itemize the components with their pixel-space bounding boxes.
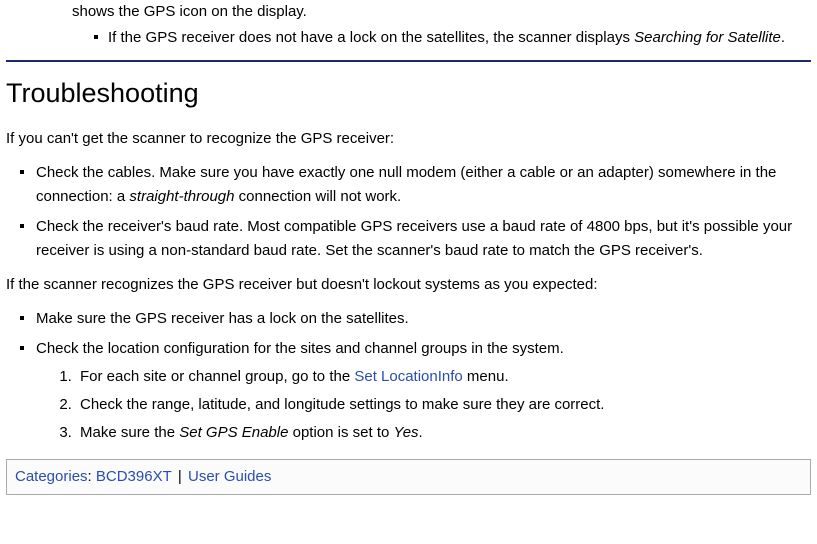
link-categories[interactable]: Categories — [15, 468, 88, 485]
step-suffix: menu. — [463, 368, 509, 385]
fragment-previous-section: shows the GPS icon on the display. If th… — [6, 0, 811, 62]
heading-troubleshooting: Troubleshooting — [6, 72, 811, 115]
intro-paragraph-1: If you can't get the scanner to recogniz… — [6, 127, 811, 151]
step-italic: Set GPS Enable — [179, 424, 288, 441]
fragment-text: shows the GPS icon on the display. — [72, 0, 811, 24]
step-item: For each site or channel group, go to th… — [76, 365, 807, 389]
item-suffix: connection will not work. — [234, 188, 401, 205]
fragment-sublist: If the GPS receiver does not have a lock… — [72, 26, 811, 50]
item-text: Check the location configuration for the… — [36, 340, 564, 357]
separator: | — [172, 468, 188, 485]
list-item: Make sure the GPS receiver has a lock on… — [26, 307, 807, 331]
item-text: Check the receiver's baud rate. Most com… — [36, 218, 792, 259]
step-item: Make sure the Set GPS Enable option is s… — [76, 421, 807, 445]
sub-bullet-suffix: . — [781, 29, 785, 46]
link-category-user-guides[interactable]: User Guides — [188, 468, 271, 485]
link-set-locationinfo[interactable]: Set LocationInfo — [354, 368, 462, 385]
list-item: Check the location configuration for the… — [26, 337, 807, 445]
step-text: For each site or channel group, go to th… — [80, 368, 354, 385]
step-item: Check the range, latitude, and longitude… — [76, 393, 807, 417]
step-text: Check the range, latitude, and longitude… — [80, 396, 604, 413]
steps-list: For each site or channel group, go to th… — [36, 365, 807, 445]
colon: : — [88, 468, 96, 485]
item-italic: straight-through — [129, 188, 234, 205]
troubleshoot-list-1: Check the cables. Make sure you have exa… — [6, 161, 811, 263]
sub-bullet-italic: Searching for Satellite — [634, 29, 781, 46]
step-italic2: Yes — [394, 424, 419, 441]
step-mid: option is set to — [288, 424, 393, 441]
sub-bullet-text: If the GPS receiver does not have a lock… — [108, 29, 634, 46]
intro-paragraph-2: If the scanner recognizes the GPS receiv… — [6, 273, 811, 297]
fragment-sub-bullet: If the GPS receiver does not have a lock… — [108, 26, 803, 50]
list-item: Check the receiver's baud rate. Most com… — [26, 215, 807, 263]
list-item: Check the cables. Make sure you have exa… — [26, 161, 807, 209]
step-suffix: . — [419, 424, 423, 441]
troubleshoot-list-2: Make sure the GPS receiver has a lock on… — [6, 307, 811, 445]
item-text: Make sure the GPS receiver has a lock on… — [36, 310, 409, 327]
step-text: Make sure the — [80, 424, 179, 441]
categories-box: Categories: BCD396XT | User Guides — [6, 459, 811, 495]
link-category-bcd396xt[interactable]: BCD396XT — [96, 468, 172, 485]
